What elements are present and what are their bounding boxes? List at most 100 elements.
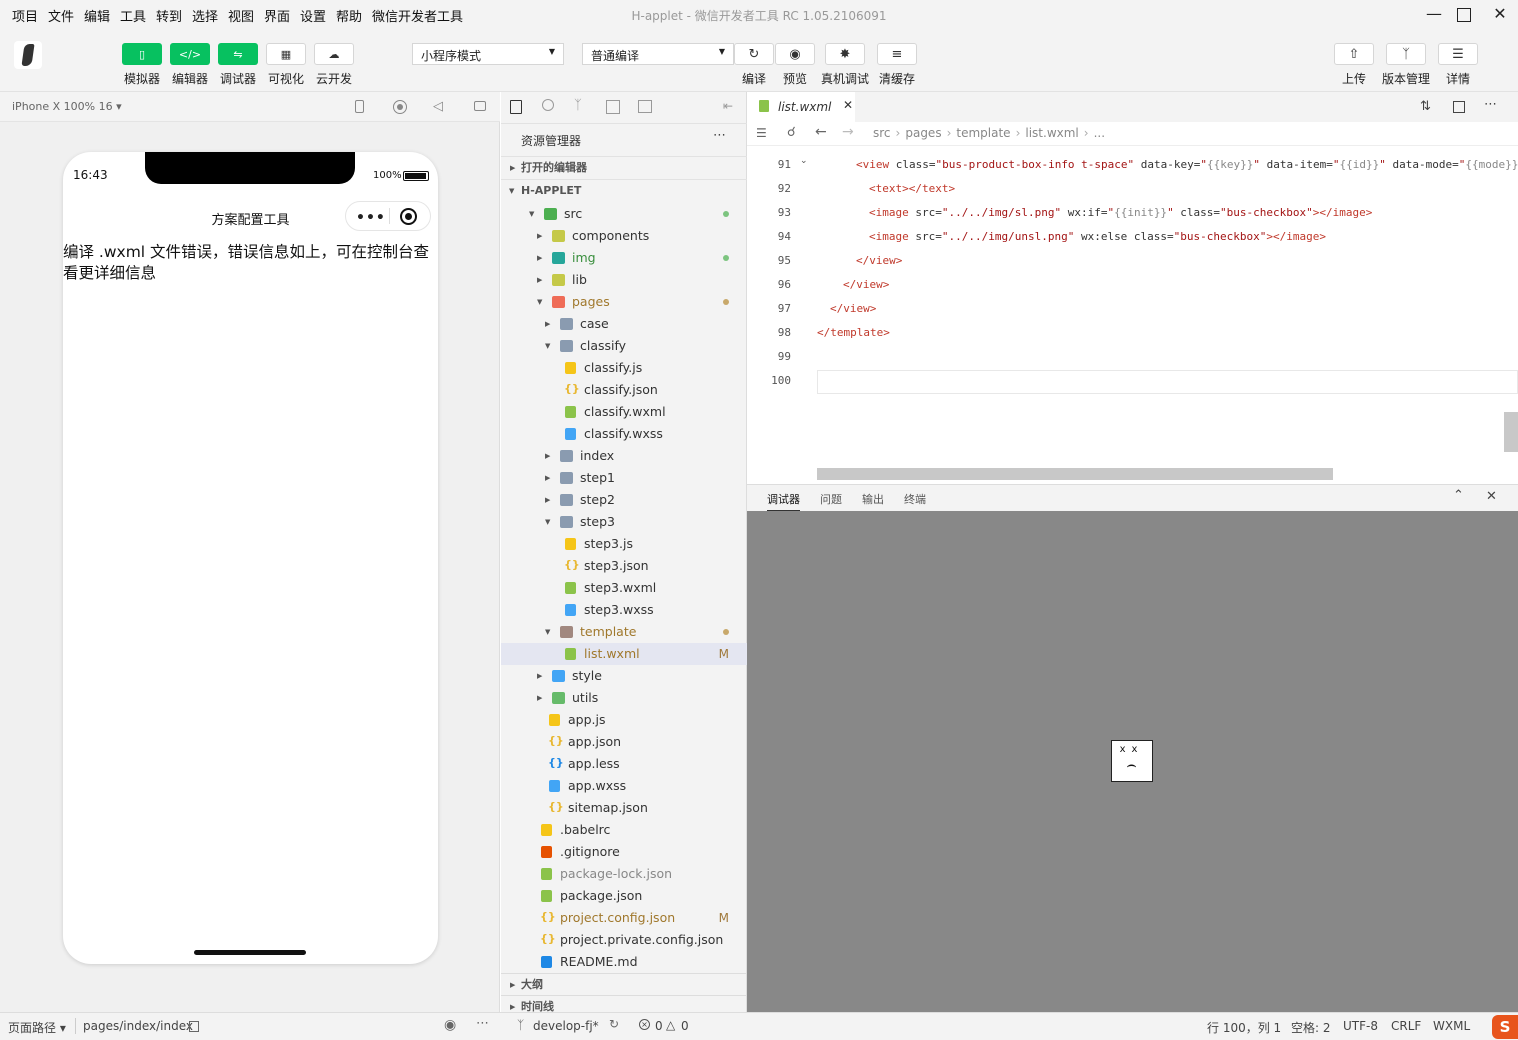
record-icon[interactable] (393, 100, 407, 114)
toolbar-eye-button[interactable]: ◉ (775, 43, 815, 65)
tree-item-classify-json[interactable]: {} classify.json (501, 379, 747, 401)
tree-item-classify-js[interactable]: classify.js (501, 357, 747, 379)
back-icon[interactable]: ← (815, 124, 827, 140)
tree-item-sitemap-json[interactable]: {} sitemap.json (501, 797, 747, 819)
tree-item-template[interactable]: ▼ template (501, 621, 747, 643)
tree-item-app-js[interactable]: app.js (501, 709, 747, 731)
debug-tab-1[interactable]: 问题 (820, 491, 842, 507)
compare-icon[interactable]: ⇅ (1420, 99, 1431, 114)
error-count[interactable]: 0 (655, 1019, 663, 1033)
files-icon[interactable] (510, 100, 522, 114)
tree-item-case[interactable]: ▶ case (501, 313, 747, 335)
code-line[interactable]: </view> (843, 278, 889, 291)
collapse-panel-icon[interactable]: ⌃ (1453, 488, 1464, 503)
line-ending[interactable]: CRLF (1391, 1019, 1421, 1033)
bookmark-icon[interactable]: ☌ (787, 125, 796, 140)
mode-select[interactable]: 小程序模式 ▼ (412, 43, 564, 65)
tree-item-readme-md[interactable]: README.md (501, 951, 747, 973)
device-select[interactable]: iPhone X 100% 16 ▾ (12, 100, 122, 113)
toolbar-code-button[interactable]: </> (170, 43, 210, 65)
tree-item-step1[interactable]: ▶ step1 (501, 467, 747, 489)
tree-item-lib[interactable]: ▶ lib (501, 269, 747, 291)
breadcrumb-item[interactable]: src (873, 126, 891, 140)
page-path-select[interactable]: 页面路径 ▾ (8, 1019, 66, 1036)
toolbar-debug-button[interactable]: ⇋ (218, 43, 258, 65)
tree-item-app-json[interactable]: {} app.json (501, 731, 747, 753)
tree-item-components[interactable]: ▶ components (501, 225, 747, 247)
search-icon[interactable] (542, 99, 554, 111)
encoding[interactable]: UTF-8 (1343, 1019, 1378, 1033)
toolbar-refresh-button[interactable]: ↻ (734, 43, 774, 65)
git-branch[interactable]: develop-fj* (533, 1019, 599, 1033)
debug-tab-2[interactable]: 输出 (862, 491, 884, 507)
open-editors-section[interactable]: ▶ 打开的编辑器 (501, 156, 747, 178)
ime-icon[interactable]: S (1492, 1015, 1518, 1039)
more-icon[interactable]: ••• (356, 210, 386, 226)
code-line[interactable]: <image src="../../img/sl.png" wx:if= "{{i… (869, 206, 1372, 219)
breadcrumb-item[interactable]: list.wxml (1025, 126, 1078, 140)
outline-section[interactable]: ▶ 大纲 (501, 973, 747, 995)
tree-item-package-lock-json[interactable]: package-lock.json (501, 863, 747, 885)
project-section[interactable]: ▼ H-APPLET (501, 179, 747, 201)
sync-icon[interactable]: ↻ (609, 1017, 619, 1031)
error-icon[interactable]: × (639, 1019, 650, 1030)
code-line[interactable]: </view> (830, 302, 876, 315)
tree-item-pages[interactable]: ▼ pages (501, 291, 747, 313)
editor-more-icon[interactable]: ⋯ (1484, 97, 1497, 112)
tree-item-index[interactable]: ▶ index (501, 445, 747, 467)
tree-item-classify[interactable]: ▼ classify (501, 335, 747, 357)
debug-tab-3[interactable]: 终端 (904, 491, 926, 507)
tree-item-img[interactable]: ▶ img (501, 247, 747, 269)
warning-count[interactable]: 0 (681, 1019, 689, 1033)
collapse-panel-icon[interactable]: ⇤ (723, 99, 733, 113)
indent-setting[interactable]: 空格: 2 (1291, 1019, 1331, 1036)
breadcrumb-item[interactable]: pages (905, 126, 941, 140)
tree-item--babelrc[interactable]: .babelrc (501, 819, 747, 841)
code-line[interactable]: <image src="../../img/unsl.png" wx:else … (869, 230, 1326, 243)
fold-chevron-icon[interactable]: ⌄ (800, 156, 808, 166)
toolbar-branch-button[interactable]: ᛉ (1386, 43, 1426, 65)
tree-item-app-less[interactable]: {} app.less (501, 753, 747, 775)
minimize-button[interactable]: — (1422, 4, 1446, 26)
maximize-button[interactable] (1452, 4, 1476, 26)
status-more-icon[interactable]: ⋯ (476, 1016, 489, 1031)
close-panel-icon[interactable]: ✕ (1486, 489, 1497, 504)
source-control-icon[interactable]: ᛉ (574, 98, 582, 113)
tree-item-step3-wxml[interactable]: step3.wxml (501, 577, 747, 599)
code-line[interactable]: <view class="bus-product-box-info t-spac… (856, 158, 1518, 171)
compile-select[interactable]: 普通编译 ▼ (582, 43, 734, 65)
rotate-icon[interactable] (355, 100, 364, 113)
explorer-more-icon[interactable]: ⋯ (713, 128, 726, 143)
preview-eye-icon[interactable]: ◉ (444, 1017, 456, 1033)
debug-tab-0[interactable]: 调试器 (767, 491, 800, 512)
code-line[interactable]: </view> (856, 254, 902, 267)
tree-item-src[interactable]: ▼ src (501, 203, 747, 225)
tab-close-icon[interactable]: ✕ (843, 98, 853, 112)
split-editor-icon[interactable] (1453, 101, 1465, 113)
code-line[interactable]: </template> (817, 326, 890, 339)
tree-item-utils[interactable]: ▶ utils (501, 687, 747, 709)
tree-item-step3-wxss[interactable]: step3.wxss (501, 599, 747, 621)
page-icon[interactable] (638, 100, 652, 113)
tree-item-package-json[interactable]: package.json (501, 885, 747, 907)
popout-icon[interactable] (474, 101, 486, 111)
code-line[interactable]: <text></text> (869, 182, 955, 195)
cursor-position[interactable]: 行 100，列 1 (1207, 1019, 1281, 1036)
tree-item-app-wxss[interactable]: app.wxss (501, 775, 747, 797)
toolbar-layout-button[interactable]: ▦ (266, 43, 306, 65)
volume-icon[interactable]: ◁ (433, 99, 443, 114)
toolbar-cloud-button[interactable]: ☁ (314, 43, 354, 65)
horizontal-scrollbar[interactable] (817, 468, 1333, 480)
tree-item-classify-wxml[interactable]: classify.wxml (501, 401, 747, 423)
warning-icon[interactable]: △ (666, 1018, 675, 1032)
tree-item-step3-js[interactable]: step3.js (501, 533, 747, 555)
tab-list-wxml[interactable]: list.wxml ✕ (747, 92, 855, 122)
tree-item-style[interactable]: ▶ style (501, 665, 747, 687)
language-mode[interactable]: WXML (1433, 1019, 1470, 1033)
capsule-menu[interactable]: ••• (345, 201, 431, 231)
tree-item-step2[interactable]: ▶ step2 (501, 489, 747, 511)
tree-item-list-wxml[interactable]: list.wxml M (501, 643, 747, 665)
outline-icon[interactable]: ☰ (756, 126, 767, 140)
toolbar-phone-button[interactable]: ▯ (122, 43, 162, 65)
tree-item--gitignore[interactable]: .gitignore (501, 841, 747, 863)
